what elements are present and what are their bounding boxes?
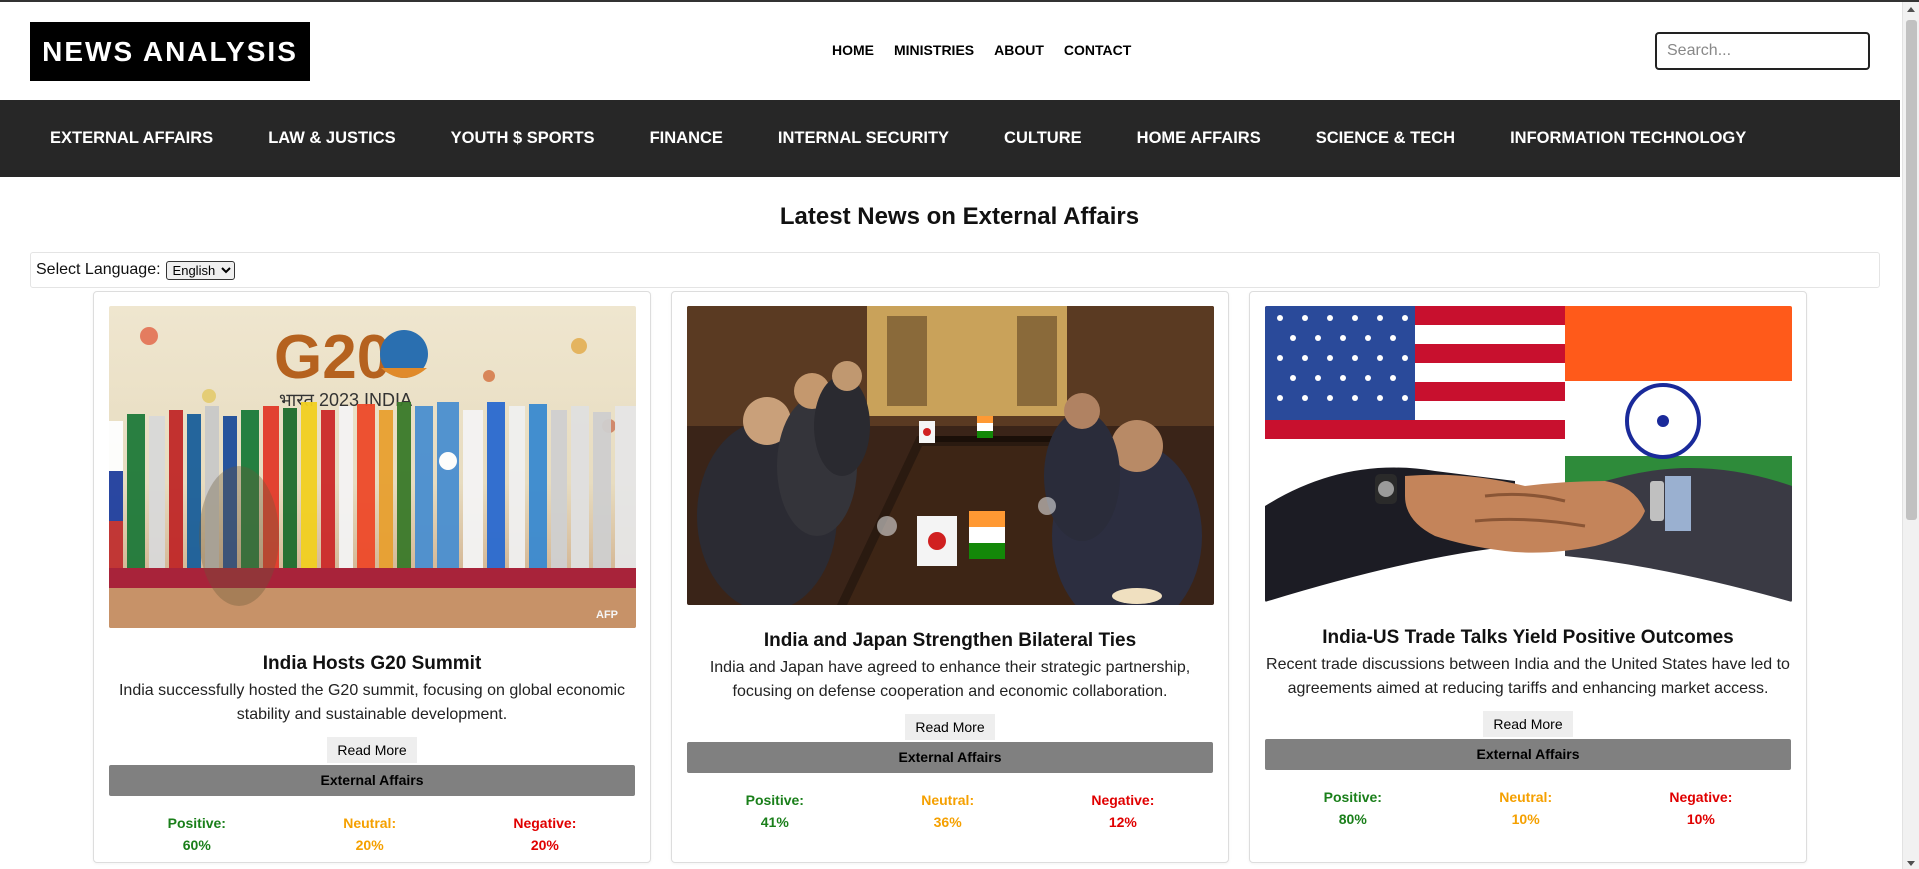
news-card: India-US Trade Talks Yield Positive Outc… — [1249, 291, 1807, 863]
card-category: External Affairs — [1265, 739, 1791, 770]
scroll-down-arrow-icon[interactable] — [1907, 861, 1915, 866]
category-information-technology[interactable]: INFORMATION TECHNOLOGY — [1510, 129, 1746, 148]
category-home-affairs[interactable]: HOME AFFAIRS — [1137, 129, 1261, 148]
sentiment-negative: Negative: 12% — [1091, 789, 1154, 833]
language-label: Select Language: — [36, 261, 161, 278]
card-description: India and Japan have agreed to enhance t… — [709, 659, 1191, 700]
top-header: NEWS ANALYSIS HOME MINISTRIES ABOUT CONT… — [0, 2, 1900, 100]
sentiment-positive-value: 60% — [182, 837, 211, 853]
sentiment-neutral: Neutral: 10% — [1499, 786, 1552, 830]
sentiment-neutral-label: Neutral: — [921, 792, 975, 808]
sentiment-negative-label: Negative: — [1669, 789, 1733, 805]
g20-summit-image-art: G20 भारत 2023 INDIA AFP — [109, 306, 636, 628]
sentiment-scores: Positive: 80% Neutral: 10% Negative: 10% — [1265, 786, 1791, 830]
sentiment-scores: Positive: 60% Neutral: 20% Negative: 20% — [109, 812, 635, 856]
site-logo[interactable]: NEWS ANALYSIS — [30, 22, 310, 81]
sentiment-negative: Negative: 10% — [1669, 786, 1732, 830]
page: NEWS ANALYSIS HOME MINISTRIES ABOUT CONT… — [0, 0, 1919, 869]
sentiment-positive-label: Positive: — [1323, 789, 1382, 805]
sentiment-positive: Positive: 41% — [746, 789, 804, 833]
india-us-handshake-image-art — [1265, 306, 1792, 602]
sentiment-positive-value: 41% — [760, 814, 789, 830]
top-nav: HOME MINISTRIES ABOUT CONTACT — [832, 42, 1131, 58]
nav-contact-link[interactable]: CONTACT — [1064, 42, 1131, 58]
language-bar: Select Language: English — [30, 252, 1880, 288]
photo-credit: AFP — [596, 609, 618, 621]
category-nav: EXTERNAL AFFAIRS LAW & JUSTICS YOUTH $ S… — [0, 100, 1900, 177]
sentiment-negative-label: Negative: — [1091, 792, 1155, 808]
sentiment-neutral-label: Neutral: — [343, 815, 397, 831]
vertical-scrollbar[interactable] — [1902, 2, 1919, 869]
sentiment-neutral: Neutral: 20% — [343, 812, 396, 856]
category-culture[interactable]: CULTURE — [1004, 129, 1082, 148]
card-category: External Affairs — [109, 765, 635, 796]
g20-summit-image: G20 भारत 2023 INDIA AFP — [109, 306, 636, 628]
news-cards: G20 भारत 2023 INDIA AFP India Hosts G20 … — [93, 291, 1807, 863]
category-youth-sports[interactable]: YOUTH $ SPORTS — [451, 129, 595, 148]
sentiment-negative: Negative: 20% — [513, 812, 576, 856]
page-title: Latest News on External Affairs — [779, 203, 1140, 230]
sentiment-positive-value: 80% — [1338, 811, 1367, 827]
read-more-button[interactable]: Read More — [1483, 711, 1573, 737]
india-japan-meeting-image — [687, 306, 1214, 605]
card-title[interactable]: India-US Trade Talks Yield Positive Outc… — [1265, 627, 1791, 649]
nav-about-link[interactable]: ABOUT — [994, 42, 1044, 58]
read-more-button[interactable]: Read More — [905, 714, 995, 740]
india-japan-meeting-image-art — [687, 306, 1214, 605]
sentiment-negative-value: 10% — [1686, 811, 1715, 827]
sentiment-positive: Positive: 80% — [1324, 786, 1382, 830]
sentiment-neutral-label: Neutral: — [1499, 789, 1553, 805]
sentiment-negative-value: 20% — [530, 837, 559, 853]
category-law-justice[interactable]: LAW & JUSTICS — [268, 129, 395, 148]
scrollbar-thumb[interactable] — [1906, 20, 1917, 520]
news-card: India and Japan Strengthen Bilateral Tie… — [671, 291, 1229, 863]
news-card: G20 भारत 2023 INDIA AFP India Hosts G20 … — [93, 291, 651, 863]
sentiment-neutral-value: 20% — [355, 837, 384, 853]
scroll-up-arrow-icon[interactable] — [1907, 7, 1915, 12]
sentiment-neutral: Neutral: 36% — [921, 789, 974, 833]
read-more-button[interactable]: Read More — [327, 737, 417, 763]
sentiment-negative-label: Negative: — [513, 815, 577, 831]
sentiment-positive-label: Positive: — [745, 792, 804, 808]
sentiment-neutral-value: 10% — [1511, 811, 1540, 827]
sentiment-positive-label: Positive: — [167, 815, 226, 831]
sentiment-neutral-value: 36% — [933, 814, 962, 830]
card-description: Recent trade discussions between India a… — [1266, 656, 1790, 697]
g20-logo-text: G20 — [274, 323, 391, 392]
sentiment-positive: Positive: 60% — [168, 812, 226, 856]
nav-ministries-link[interactable]: MINISTRIES — [894, 42, 974, 58]
card-title[interactable]: India and Japan Strengthen Bilateral Tie… — [687, 630, 1213, 652]
search-input[interactable] — [1655, 32, 1870, 70]
category-external-affairs[interactable]: EXTERNAL AFFAIRS — [50, 129, 213, 148]
category-finance[interactable]: FINANCE — [650, 129, 723, 148]
sentiment-negative-value: 12% — [1108, 814, 1137, 830]
sentiment-scores: Positive: 41% Neutral: 36% Negative: 12% — [687, 789, 1213, 833]
category-internal-security[interactable]: INTERNAL SECURITY — [778, 129, 949, 148]
card-title[interactable]: India Hosts G20 Summit — [109, 653, 635, 675]
card-category: External Affairs — [687, 742, 1213, 773]
india-us-handshake-image — [1265, 306, 1792, 602]
language-select[interactable]: English — [165, 260, 235, 280]
card-description: India successfully hosted the G20 summit… — [118, 682, 626, 723]
nav-home-link[interactable]: HOME — [832, 42, 874, 58]
category-science-tech[interactable]: SCIENCE & TECH — [1316, 129, 1455, 148]
